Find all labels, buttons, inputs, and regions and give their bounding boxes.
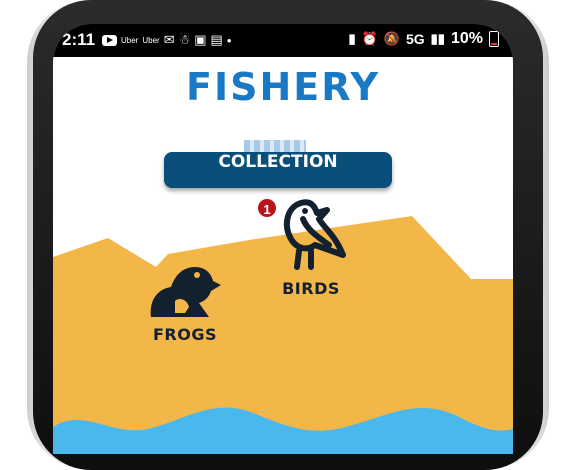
image-icon: ▤ [210, 32, 223, 47]
gallery-icon: ▣ [194, 32, 207, 47]
category-birds[interactable]: BIRDS [275, 195, 347, 298]
frog-icon [150, 267, 221, 317]
status-time: 2:11 [62, 30, 96, 49]
sim-icon: ▮ [348, 31, 356, 46]
status-indicators: ▮ ⏰ 🔕 5G ▮▮ 10% [348, 30, 499, 48]
category-frogs[interactable]: FROGS [145, 261, 225, 344]
frogs-label: FROGS [152, 325, 217, 344]
app-title: FISHERY [186, 65, 380, 109]
youtube-icon [102, 34, 117, 46]
signal-icon: ▮▮ [430, 31, 445, 46]
bird-icon [283, 199, 346, 270]
battery-icon [489, 31, 499, 47]
birds-label: BIRDS [282, 279, 340, 298]
volume-button [543, 150, 548, 230]
phone-screen: 2:11 Uber Uber ✉ ☃ ▣ ▤ • ▮ ⏰ 🔕 5G ▮▮ 10%… [53, 24, 513, 454]
alarm-icon: ⏰ [361, 31, 378, 46]
battery-percent: 10% [450, 30, 483, 47]
network-label: 5G [405, 31, 425, 47]
uber-icon: Uber [142, 35, 160, 45]
app-content: FISHERY COLLECTION BIRDS 1 FROGS [53, 57, 513, 454]
notification-badge: 1 [256, 197, 278, 219]
gmail-icon: ✉ [163, 32, 175, 47]
power-button [543, 250, 548, 295]
status-bar: 2:11 Uber Uber ✉ ☃ ▣ ▤ • ▮ ⏰ 🔕 5G ▮▮ 10% [53, 24, 513, 57]
notification-icons: Uber Uber ✉ ☃ ▣ ▤ • [102, 32, 231, 48]
dot-icon: • [226, 32, 232, 48]
collection-button[interactable]: COLLECTION [164, 152, 392, 188]
app-icon: ☃ [178, 32, 191, 47]
mute-icon: 🔕 [383, 31, 400, 46]
uber-icon: Uber [121, 35, 139, 45]
